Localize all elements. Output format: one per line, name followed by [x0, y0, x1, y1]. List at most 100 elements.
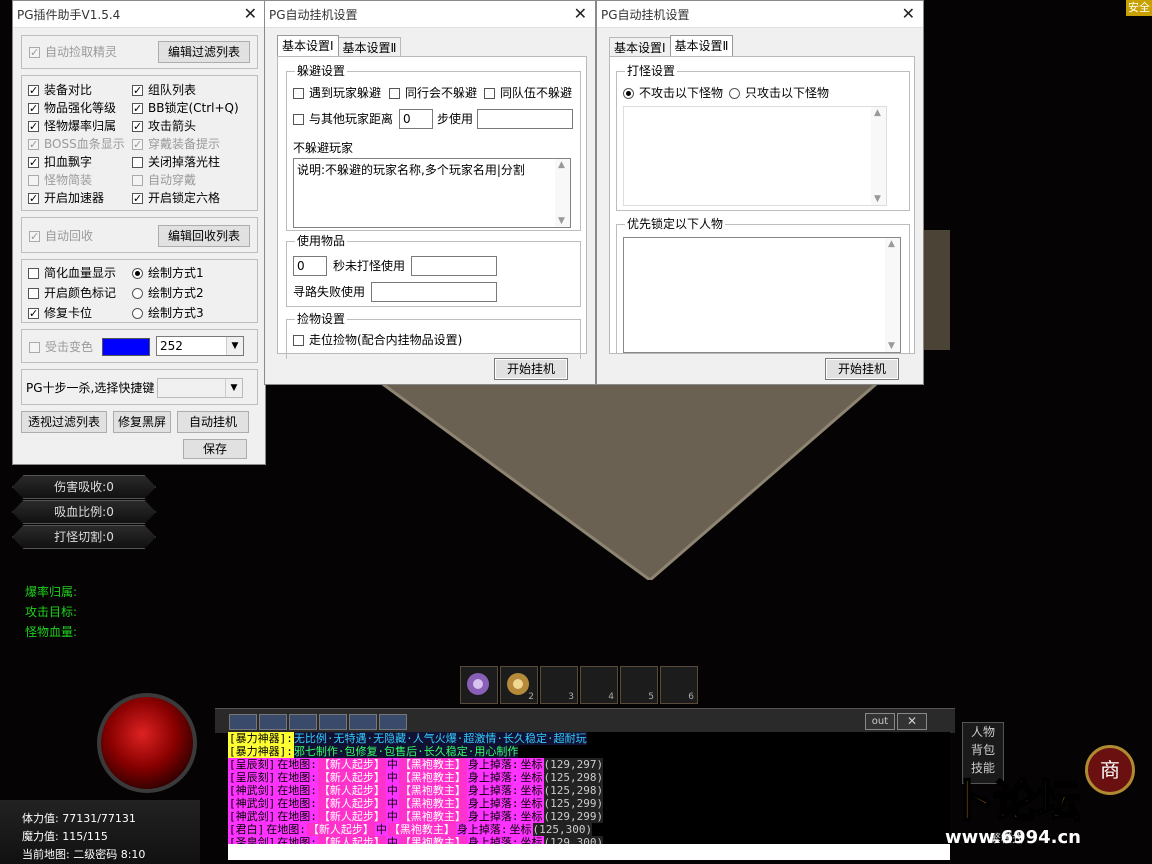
chat-close-icon[interactable]: ✕ — [897, 713, 927, 730]
option-checkbox[interactable]: 物品强化等级 — [28, 100, 116, 117]
monster-hp-label: 怪物血量: — [25, 625, 78, 639]
shortcut-select[interactable]: ▼ — [157, 378, 243, 398]
draw-mode-radio[interactable]: 绘制方式1 — [132, 265, 204, 281]
option-checkbox[interactable]: 装备对比 — [28, 82, 92, 99]
start-hook-button[interactable]: 开始挂机 — [825, 358, 899, 380]
option-checkbox[interactable]: 穿戴装备提示 — [132, 136, 220, 153]
monster-group: 打怪设置 不攻击以下怪物 只攻击以下怪物 ▲ ▼ — [616, 64, 910, 211]
forum-logo: 萝卜论坛 www.6994.cn — [904, 775, 1082, 848]
monster-list[interactable]: ▲ ▼ — [623, 106, 887, 206]
option-checkbox[interactable]: 攻击箭头 — [132, 118, 196, 135]
use-items-title: 使用物品 — [295, 234, 348, 248]
option-checkbox[interactable]: 自动穿戴 — [132, 172, 196, 188]
close-icon[interactable]: ✕ — [902, 5, 915, 23]
option-checkbox[interactable]: 怪物简装 — [28, 172, 92, 188]
map-stat: 当前地图: 二级密码 8:10 — [22, 848, 146, 861]
chat-tab-icon[interactable] — [259, 714, 287, 730]
priority-title: 优先锁定以下人物 — [625, 217, 726, 231]
system-drop-line: [神武剑] 在地图: 【新人起步】中【黑袍教主】 身上掉落: 坐标(125,298) — [228, 784, 604, 797]
step-use-label: 步使用 — [437, 112, 474, 126]
hit-color-checkbox[interactable]: 受击变色 — [29, 339, 93, 355]
hotbar-slot-2[interactable]: 2 — [500, 666, 538, 704]
window-title: PG插件助手V1.5.4 — [13, 1, 265, 28]
no-avoid-textarea[interactable]: 说明:不躲避的玩家名称,多个玩家名用|分割 ▲ ▼ — [293, 158, 571, 228]
cut-damage-button[interactable]: 打怪切割:0 — [12, 525, 156, 549]
color-select[interactable]: 252 ▼ — [156, 336, 244, 356]
color-swatch[interactable] — [102, 338, 150, 356]
only-attack-radio[interactable]: 只攻击以下怪物 — [729, 85, 829, 101]
pick-title: 捡物设置 — [295, 312, 348, 326]
use-items-group: 使用物品 0 秒未打怪使用 寻路失败使用 — [286, 234, 581, 307]
chat-toolbar: out ✕ — [215, 708, 955, 733]
edit-recycle-button[interactable]: 编辑回收列表 — [158, 225, 250, 247]
chat-tab-icon[interactable] — [319, 714, 347, 730]
no-avoid-title: 不躲避玩家 — [293, 141, 354, 155]
filter-list-button[interactable]: 透视过滤列表 — [21, 411, 107, 433]
system-drop-line: [呈辰刻] 在地图: 【新人起步】中【黑袍教主】 身上掉落: 坐标(125,298) — [228, 771, 604, 784]
scrollbar[interactable]: ▲ ▼ — [555, 159, 570, 227]
chat-tab-icon[interactable] — [229, 714, 257, 730]
lifesteal-button[interactable]: 吸血比例:0 — [12, 500, 156, 524]
window-title: PG自动挂机设置 — [597, 1, 923, 28]
chat-log: [暴力神器]:无比例·无特遇·无隐藏·人气火爆·超激情·长久稳定·超耐玩 [暴力… — [228, 732, 950, 844]
draw-mode-radio[interactable]: 绘制方式3 — [132, 305, 204, 321]
team-no-avoid-checkbox[interactable]: 同队伍不躲避 — [484, 85, 572, 101]
guild-no-avoid-checkbox[interactable]: 同行会不躲避 — [389, 85, 477, 101]
option-checkbox[interactable]: 开启颜色标记 — [28, 285, 116, 301]
shortcut-label: PG十步一杀,选择快捷键 — [26, 381, 155, 395]
character-menu-item[interactable]: 人物 — [963, 723, 1003, 741]
bag-menu-item[interactable]: 背包 — [963, 741, 1003, 759]
option-checkbox[interactable]: BB锁定(Ctrl+Q) — [132, 100, 239, 117]
no-fight-item-input[interactable] — [411, 256, 497, 276]
scrollbar[interactable]: ▲ ▼ — [885, 238, 900, 352]
chat-tab-icon[interactable] — [289, 714, 317, 730]
start-hook-button[interactable]: 开始挂机 — [494, 358, 568, 380]
scrollbar[interactable]: ▲ ▼ — [871, 107, 886, 205]
avoid-player-checkbox[interactable]: 遇到玩家躲避 — [293, 85, 381, 101]
auto-recycle-checkbox[interactable]: 自动回收 — [29, 228, 93, 245]
option-checkbox[interactable]: 修复卡位 — [28, 305, 92, 322]
hotbar-slot-5[interactable]: 5 — [620, 666, 658, 704]
path-fail-input[interactable] — [371, 282, 497, 302]
option-checkbox[interactable]: 开启锁定六格 — [132, 190, 220, 207]
seconds-input[interactable]: 0 — [293, 256, 327, 276]
hotbar-slot-3[interactable]: 3 — [540, 666, 578, 704]
option-checkbox[interactable]: 怪物爆率归属 — [28, 118, 116, 135]
close-icon[interactable]: ✕ — [574, 5, 587, 23]
distance-checkbox[interactable]: 与其他玩家距离 — [293, 111, 393, 127]
hotbar-slot-1[interactable] — [460, 666, 498, 704]
chat-tab-icon[interactable] — [379, 714, 407, 730]
monster-title: 打怪设置 — [625, 64, 678, 78]
option-checkbox[interactable]: BOSS血条显示 — [28, 136, 125, 153]
avoid-title: 躲避设置 — [295, 64, 348, 78]
walk-pick-checkbox[interactable]: 走位捡物(配合内挂物品设置) — [293, 332, 462, 348]
option-checkbox[interactable]: 关闭掉落光柱 — [132, 154, 220, 170]
auto-hook-button[interactable]: 自动挂机 — [177, 411, 249, 433]
step-use-input[interactable] — [477, 109, 573, 129]
close-icon[interactable]: ✕ — [244, 5, 257, 23]
auto-pick-checkbox[interactable]: 自动捡取精灵 — [29, 44, 117, 61]
option-checkbox[interactable]: 简化血量显示 — [28, 265, 116, 281]
fix-black-button[interactable]: 修复黑屏 — [113, 411, 171, 433]
safe-zone-badge: 安全 — [1126, 0, 1152, 16]
chat-tab-icon[interactable] — [349, 714, 377, 730]
chat-out-button[interactable]: out — [865, 713, 895, 730]
draw-mode-radio[interactable]: 绘制方式2 — [132, 285, 204, 301]
system-drop-line: [神武剑] 在地图: 【新人起步】中【黑袍教主】 身上掉落: 坐标(125,299) — [228, 797, 604, 810]
damage-absorb-button[interactable]: 伤害吸收:0 — [12, 475, 156, 499]
hotbar-slot-4[interactable]: 4 — [580, 666, 618, 704]
option-checkbox[interactable]: 组队列表 — [132, 82, 196, 99]
display-group: 简化血量显示开启颜色标记修复卡位 绘制方式1 绘制方式2 绘制方式3 — [21, 259, 258, 323]
save-button[interactable]: 保存 — [183, 439, 247, 459]
priority-list[interactable]: ▲ ▼ — [623, 237, 901, 353]
hotbar-slot-6[interactable]: 6 — [660, 666, 698, 704]
edit-filter-button[interactable]: 编辑过滤列表 — [158, 41, 250, 63]
option-checkbox[interactable]: 开启加速器 — [28, 190, 104, 207]
option-checkbox[interactable]: 扣血飘字 — [28, 154, 92, 171]
system-drop-line: [神武剑] 在地图: 【新人起步】中【黑袍教主】 身上掉落: 坐标(129,299) — [228, 810, 604, 823]
chat-input[interactable] — [228, 844, 950, 860]
path-fail-label: 寻路失败使用 — [293, 285, 366, 299]
distance-input[interactable]: 0 — [399, 109, 433, 129]
system-drop-line: [君白] 在地图: 【新人起步】中【黑袍教主】 身上掉落: 坐标(125,300) — [228, 823, 593, 836]
no-attack-radio[interactable]: 不攻击以下怪物 — [623, 85, 723, 101]
